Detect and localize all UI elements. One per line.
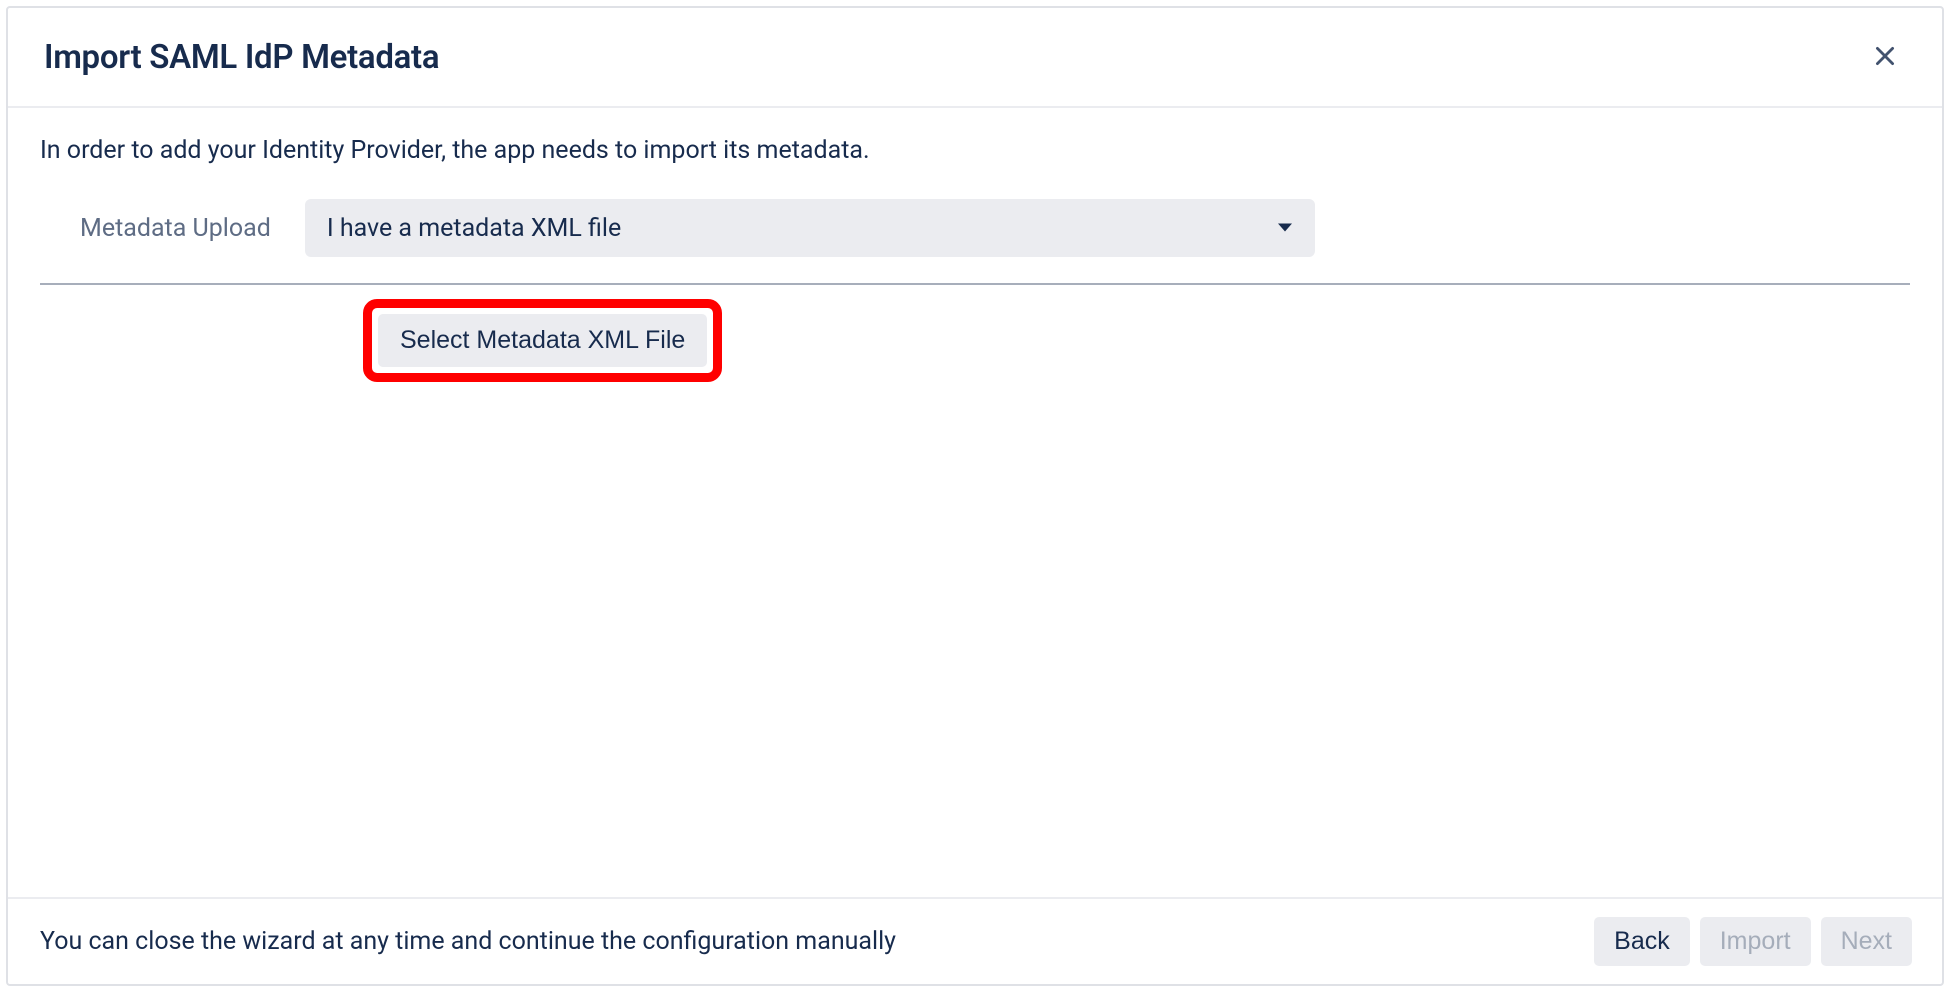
close-button[interactable] <box>1864 36 1906 78</box>
annotation-highlight: Select Metadata XML File <box>363 299 722 382</box>
file-upload-row: Select Metadata XML File <box>40 285 1910 382</box>
dialog-title: Import SAML IdP Metadata <box>44 38 439 77</box>
import-button[interactable]: Import <box>1700 917 1811 966</box>
back-button[interactable]: Back <box>1594 917 1690 966</box>
metadata-upload-selected-value: I have a metadata XML file <box>327 214 621 243</box>
footer-hint: You can close the wizard at any time and… <box>40 927 896 956</box>
dialog-header: Import SAML IdP Metadata <box>8 8 1942 108</box>
close-icon <box>1872 43 1898 72</box>
metadata-upload-select-wrap: I have a metadata XML file <box>305 199 1315 257</box>
select-metadata-xml-file-button[interactable]: Select Metadata XML File <box>378 314 707 367</box>
metadata-upload-select[interactable]: I have a metadata XML file <box>305 199 1315 257</box>
import-saml-idp-metadata-dialog: Import SAML IdP Metadata In order to add… <box>6 6 1944 986</box>
dialog-footer: You can close the wizard at any time and… <box>8 897 1942 984</box>
metadata-upload-label: Metadata Upload <box>80 214 271 243</box>
intro-text: In order to add your Identity Provider, … <box>40 136 1910 165</box>
footer-actions: Back Import Next <box>1594 917 1912 966</box>
metadata-upload-row: Metadata Upload I have a metadata XML fi… <box>40 199 1910 283</box>
dialog-body: In order to add your Identity Provider, … <box>8 108 1942 897</box>
next-button[interactable]: Next <box>1821 917 1912 966</box>
section-divider <box>40 283 1910 285</box>
